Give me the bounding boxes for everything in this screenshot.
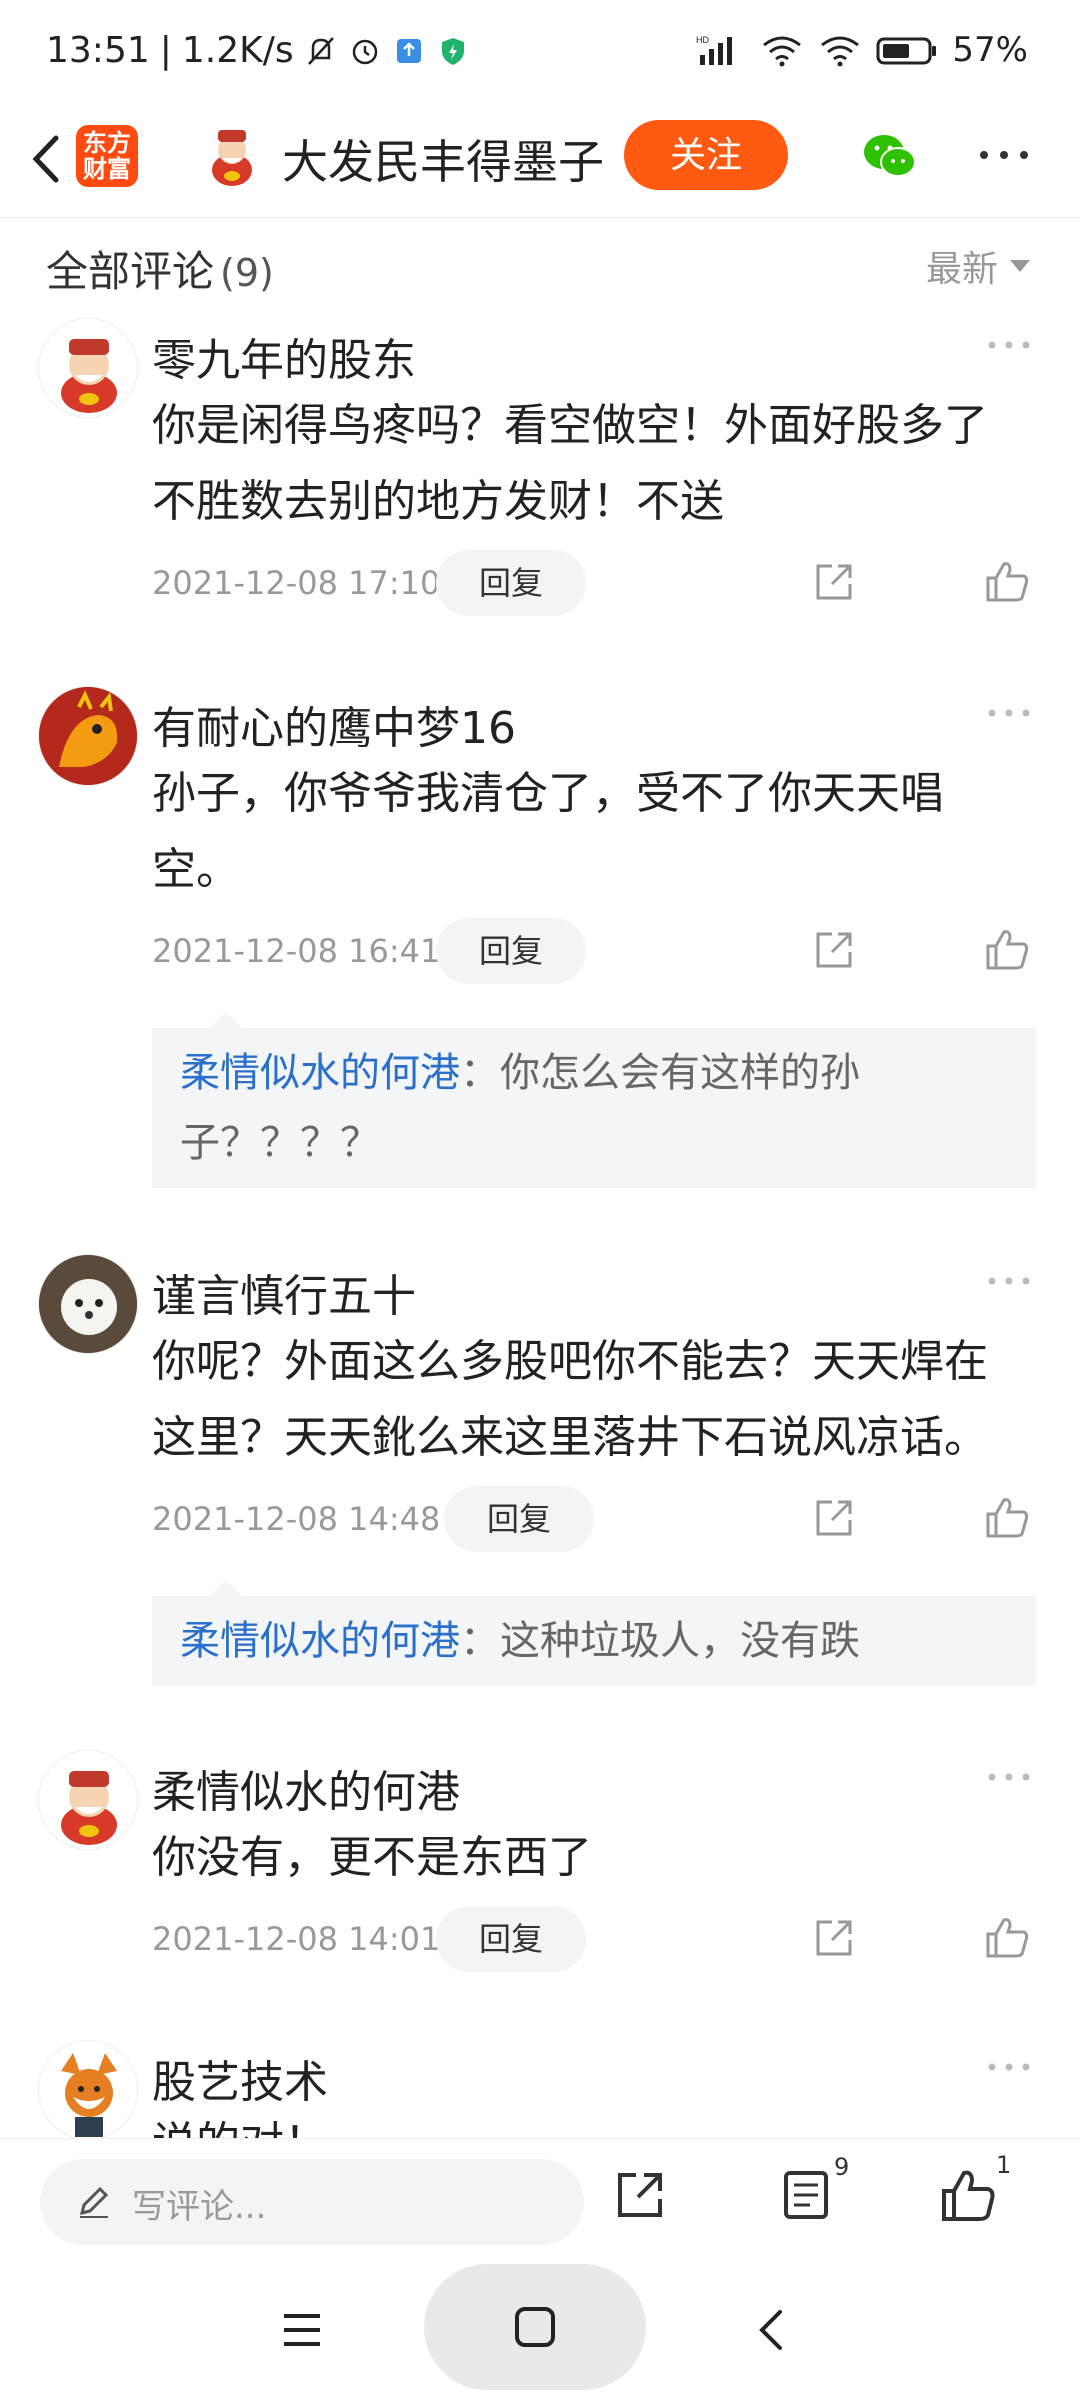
share-icon[interactable] bbox=[812, 928, 856, 972]
chevron-down-icon bbox=[1010, 260, 1030, 272]
back-arrow-icon[interactable] bbox=[20, 126, 76, 192]
sort-label: 最新 bbox=[925, 249, 998, 290]
shield-icon bbox=[441, 37, 464, 65]
more-options-icon[interactable] bbox=[986, 1770, 1032, 1784]
network-speed: 1.2K/s bbox=[181, 30, 294, 71]
comments-count: (9) bbox=[220, 251, 274, 295]
more-options-icon[interactable] bbox=[986, 1274, 1032, 1288]
comments-title: 全部评论 bbox=[46, 247, 215, 296]
wifi-icon bbox=[821, 36, 860, 67]
share-icon[interactable] bbox=[612, 2167, 668, 2223]
comment-meta: 2021-12-08 16:41 回复 bbox=[152, 918, 1032, 984]
comment-text: 你是闲得鸟疼吗？看空做空！外面好股多了 不胜数去别的地方发财！不送 bbox=[152, 400, 988, 527]
wechat-icon[interactable] bbox=[860, 128, 920, 184]
comment-text: 你没有，更不是东西了 bbox=[152, 1832, 592, 1883]
svg-text:HD: HD bbox=[696, 35, 709, 45]
battery-icon bbox=[876, 37, 937, 65]
thumbs-up-icon[interactable] bbox=[984, 926, 1032, 972]
alarm-icon bbox=[352, 39, 377, 64]
thumbs-up-icon[interactable] bbox=[984, 1914, 1032, 1960]
comment-meta: 2021-12-08 17:10 回复 bbox=[152, 550, 1032, 616]
thumbs-up-icon[interactable] bbox=[940, 2167, 996, 2223]
share-icon[interactable] bbox=[812, 1916, 856, 1960]
dog-avatar bbox=[39, 1255, 137, 1353]
timestamp: 2021-12-08 16:41 bbox=[152, 932, 441, 970]
comment-input[interactable]: 写评论... bbox=[40, 2159, 584, 2245]
reply-quote[interactable]: 柔情似水的何港：你怎么会有这样的孙 子？？？？ bbox=[152, 1028, 1036, 1188]
comment-meta: 2021-12-08 14:01 回复 bbox=[152, 1906, 1032, 1972]
comment-item: 股艺技术 说的对！ bbox=[0, 2040, 1080, 2138]
app-logo[interactable]: 东方 财富 bbox=[76, 125, 138, 187]
comment-input-placeholder: 写评论... bbox=[132, 2187, 267, 2227]
menu-icon[interactable] bbox=[280, 2310, 324, 2350]
fortune-god-avatar[interactable] bbox=[202, 124, 262, 188]
status-bar: 13:51 | 1.2K/s HD 57% bbox=[0, 0, 1080, 100]
battery-percent: 57% bbox=[952, 30, 1028, 70]
more-options-icon[interactable] bbox=[976, 140, 1032, 170]
username[interactable]: 有耐心的鹰中梦16 bbox=[152, 692, 516, 756]
sort-dropdown[interactable]: 最新 bbox=[926, 240, 1030, 292]
pencil-icon bbox=[79, 2186, 109, 2218]
app-notify-icon bbox=[396, 38, 421, 63]
page-title: 大发民丰得墨子 bbox=[282, 135, 604, 189]
more-options-icon[interactable] bbox=[986, 2060, 1032, 2074]
share-icon[interactable] bbox=[812, 1496, 856, 1540]
reply-button[interactable]: 回复 bbox=[444, 1486, 594, 1552]
status-left: 13:51 | 1.2K/s bbox=[46, 30, 470, 71]
avatar[interactable] bbox=[38, 318, 138, 418]
timestamp: 2021-12-08 14:48 bbox=[152, 1500, 441, 1538]
avatar[interactable] bbox=[38, 686, 138, 786]
status-right: HD 57% bbox=[696, 30, 1028, 70]
fortune-god-avatar bbox=[61, 339, 117, 413]
more-options-icon[interactable] bbox=[986, 338, 1032, 352]
home-square-icon bbox=[515, 2307, 555, 2347]
thumbs-up-icon[interactable] bbox=[984, 1494, 1032, 1540]
dragon-avatar bbox=[39, 687, 137, 785]
timestamp: 2021-12-08 14:01 bbox=[152, 1920, 441, 1958]
top-nav-bar: 东方 财富 大发民丰得墨子 关注 bbox=[0, 100, 1080, 218]
follow-button[interactable]: 关注 bbox=[624, 120, 788, 190]
avatar[interactable] bbox=[38, 1254, 138, 1354]
home-button[interactable] bbox=[424, 2264, 646, 2390]
comment-count-badge: 9 bbox=[834, 2153, 850, 2181]
username[interactable]: 股艺技术 bbox=[152, 2046, 328, 2110]
comment-text: 说的对！ bbox=[152, 2106, 1032, 2138]
more-options-icon[interactable] bbox=[986, 706, 1032, 720]
reply-button[interactable]: 回复 bbox=[436, 550, 586, 616]
fortune-god-avatar bbox=[61, 1771, 117, 1845]
like-count-badge: 1 bbox=[996, 2151, 1012, 2179]
reply-button[interactable]: 回复 bbox=[436, 918, 586, 984]
avatar[interactable] bbox=[38, 1750, 138, 1850]
share-icon[interactable] bbox=[812, 560, 856, 604]
bottom-action-bar: 写评论... 9 1 bbox=[0, 2138, 1080, 2264]
comment-meta: 2021-12-08 14:48 回复 bbox=[152, 1486, 1032, 1552]
signal-icon: HD bbox=[696, 35, 733, 65]
comment-list-icon[interactable] bbox=[778, 2167, 834, 2223]
wifi-icon bbox=[763, 36, 802, 67]
username[interactable]: 零九年的股东 bbox=[152, 324, 416, 388]
comment-text: 孙子，你爷爷我清仓了，受不了你天天唱 空。 bbox=[152, 768, 944, 895]
fox-avatar bbox=[61, 2053, 117, 2137]
quote-username[interactable]: 柔情似水的何港 bbox=[180, 1050, 460, 1096]
system-nav-bar bbox=[0, 2264, 1080, 2400]
comments-header: 全部评论 (9) bbox=[46, 238, 274, 299]
timestamp: 2021-12-08 17:10 bbox=[152, 564, 441, 602]
avatar[interactable] bbox=[38, 2040, 138, 2138]
back-icon[interactable] bbox=[752, 2306, 792, 2354]
reply-button[interactable]: 回复 bbox=[436, 1906, 586, 1972]
reply-quote[interactable]: 柔情似水的何港：这种垃圾人，没有跌 bbox=[152, 1596, 1036, 1686]
clock: 13:51 bbox=[46, 30, 150, 71]
thumbs-up-icon[interactable] bbox=[984, 558, 1032, 604]
quote-username[interactable]: 柔情似水的何港 bbox=[180, 1618, 460, 1664]
mute-icon bbox=[307, 36, 334, 65]
comment-text: 你呢？外面这么多股吧你不能去？天天焊在 这里？天天鈋么来这里落井下石说风凉话。 bbox=[152, 1336, 988, 1463]
username[interactable]: 柔情似水的何港 bbox=[152, 1756, 460, 1820]
username[interactable]: 谨言慎行五十 bbox=[152, 1260, 416, 1324]
